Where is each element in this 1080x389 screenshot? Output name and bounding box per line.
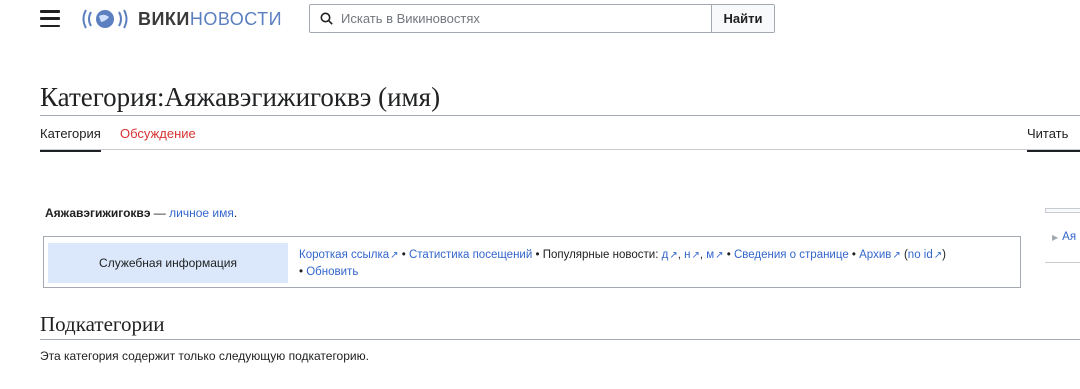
service-info-links: Короткая ссылка↗ • Статистика посещений … <box>299 249 946 278</box>
service-info-header: Служебная информация <box>48 243 288 283</box>
logo-wordmark-light: НОВОСТИ <box>189 8 283 29</box>
search-field <box>310 5 711 32</box>
search-form: Найти <box>309 4 775 33</box>
tab-discussion[interactable]: Обсуждение <box>120 126 196 141</box>
search-input[interactable] <box>339 10 683 27</box>
sidebar-tree-item-label[interactable]: Ая <box>1062 231 1076 243</box>
external-link-icon: ↗ <box>892 250 901 261</box>
visit-stats-link[interactable]: Статистика посещений <box>409 249 532 261</box>
expand-triangle-icon[interactable]: ▶ <box>1052 233 1058 242</box>
no-id-link[interactable]: no id <box>908 249 933 261</box>
sidebar-tree-item[interactable]: ▶ Ая <box>1052 231 1076 243</box>
popular-week-link[interactable]: н <box>684 249 690 261</box>
external-link-icon: ↗ <box>715 250 724 261</box>
search-button[interactable]: Найти <box>711 5 774 32</box>
logo-wordmark-bold: ВИКИ <box>138 8 190 29</box>
category-intro: Аяжавэгижигоквэ — личное имя. <box>45 206 237 220</box>
globe-logo-icon <box>82 9 128 29</box>
popular-month-link[interactable]: м <box>706 249 714 261</box>
external-link-icon: ↗ <box>390 250 399 261</box>
title-divider <box>40 115 1080 116</box>
sidebar-box-edge <box>1045 208 1080 213</box>
short-link[interactable]: Короткая ссылка <box>299 249 389 261</box>
archive-link[interactable]: Архив <box>859 249 891 261</box>
intro-period: . <box>233 206 238 220</box>
menu-bar <box>40 17 60 20</box>
page-title: Категория:Аяжавэгижигоквэ (имя) <box>40 82 441 112</box>
external-link-icon: ↗ <box>933 250 943 261</box>
search-icon <box>320 12 333 25</box>
refresh-link[interactable]: Обновить <box>306 266 358 278</box>
external-link-icon: ↗ <box>691 250 700 261</box>
site-logo[interactable]: ВИКИНОВОСТИ <box>80 4 282 34</box>
menu-bar <box>40 10 60 13</box>
sidebar-divider <box>1045 262 1080 263</box>
service-info-box: Служебная информация Короткая ссылка↗ • … <box>43 236 1021 288</box>
intro-dash: — <box>150 206 170 220</box>
subcategories-heading: Подкатегории <box>40 312 165 336</box>
page-info-link[interactable]: Сведения о странице <box>734 249 849 261</box>
intro-name: Аяжавэгижигоквэ <box>45 206 151 220</box>
popular-news-label: Популярные новости: <box>542 249 659 261</box>
main-menu-button[interactable] <box>40 10 60 27</box>
subcategories-divider <box>40 339 1080 340</box>
logo-wordmark: ВИКИНОВОСТИ <box>138 9 282 30</box>
external-link-icon: ↗ <box>669 250 678 261</box>
tabs-divider <box>40 149 1080 150</box>
personal-name-link[interactable]: личное имя <box>169 206 234 220</box>
popular-day-link[interactable]: д <box>662 249 669 261</box>
menu-bar <box>40 24 60 27</box>
subcategories-description: Эта категория содержит только следующую … <box>40 349 369 363</box>
